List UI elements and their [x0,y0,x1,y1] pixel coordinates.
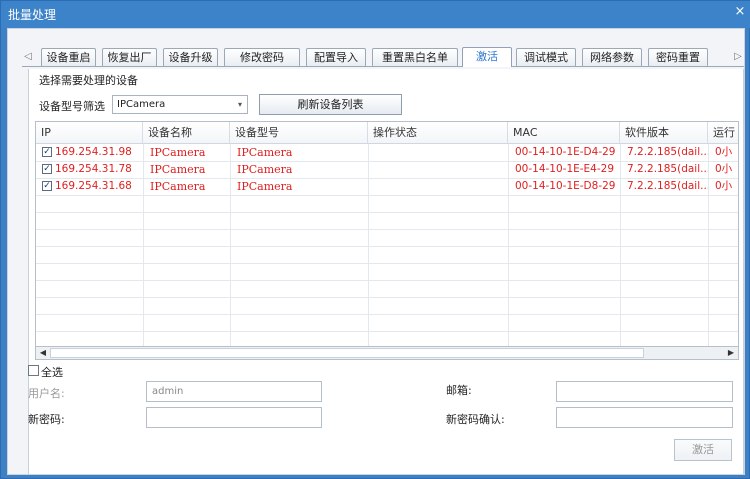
row-device-name: IPCamera [150,146,206,159]
row-status [370,144,508,161]
batch-process-window: 批量处理 × ◁ 设备重启 恢复出厂 设备升级 修改密码 配置导入 重置黑白名单… [0,0,750,479]
tab-scroll-right-icon[interactable]: ▷ [732,49,744,65]
column-header-device-model[interactable]: 设备型号 [230,122,368,144]
activate-button[interactable]: 激活 [674,439,732,461]
row-runtime: 0小 [715,180,733,192]
tab-activate[interactable]: 激活 [462,47,512,67]
row-runtime: 0小 [715,163,733,175]
horizontal-scrollbar[interactable]: ◀ ▶ [35,346,739,360]
close-icon[interactable]: × [733,5,747,19]
scrollbar-thumb[interactable] [50,348,644,358]
row-divider [36,195,738,196]
new-password-label: 新密码: [28,413,65,426]
tab-bar: ◁ 设备重启 恢复出厂 设备升级 修改密码 配置导入 重置黑白名单 激活 调试模… [22,47,744,67]
row-device-name: IPCamera [150,163,206,176]
row-mac: 00-14-10-1E-D8-29 [515,180,616,192]
column-header-status[interactable]: 操作状态 [368,122,508,144]
row-device-model: IPCamera [237,146,293,159]
row-software-version: 7.2.2.185(dail... [627,146,708,158]
email-field[interactable] [556,381,733,402]
window-title: 批量处理 [8,8,57,22]
username-field[interactable]: admin [146,381,322,402]
column-header-software-version[interactable]: 软件版本 [620,122,708,144]
select-all-box[interactable] [28,365,39,376]
device-model-select[interactable]: IPCamera ▾ [112,95,248,114]
tab-device-restart[interactable]: 设备重启 [41,48,96,66]
tab-reset-blacklist[interactable]: 重置黑白名单 [372,48,458,66]
column-header-runtime[interactable]: 运行 [708,122,738,144]
tab-scroll-left-icon[interactable]: ◁ [22,49,34,65]
tab-device-upgrade[interactable]: 设备升级 [163,48,218,66]
row-ip: 169.254.31.98 [55,146,132,158]
row-status [370,161,508,178]
row-mac: 00-14-10-1E-E4-29 [515,163,615,175]
section-title: 选择需要处理的设备 [39,74,138,87]
row-divider [36,280,738,281]
confirm-password-field[interactable] [556,407,733,428]
scroll-right-icon[interactable]: ▶ [724,347,738,359]
tab-debug-mode[interactable]: 调试模式 [516,48,576,66]
column-header-ip[interactable]: IP [36,122,143,144]
tab-config-import[interactable]: 配置导入 [306,48,366,66]
new-password-field[interactable] [146,407,322,428]
tab-password-reset[interactable]: 密码重置 [648,48,708,66]
tab-divider [22,66,744,67]
row-divider [36,297,738,298]
tab-factory-reset[interactable]: 恢复出厂 [102,48,157,66]
row-divider [36,212,738,213]
row-software-version: 7.2.2.185(dail... [627,180,708,192]
row-mac: 00-14-10-1E-D4-29 [515,146,616,158]
device-model-select-value: IPCamera [117,99,166,110]
row-ip: 169.254.31.68 [55,180,132,192]
username-label: 用户名: [28,387,65,400]
row-divider [36,314,738,315]
tab-network-params[interactable]: 网络参数 [582,48,642,66]
refresh-device-list-button[interactable]: 刷新设备列表 [259,94,402,115]
row-divider [36,331,738,332]
column-header-mac[interactable]: MAC [508,122,620,144]
select-all-label: 全选 [41,366,63,379]
row-divider [36,246,738,247]
device-table: IP 设备名称 设备型号 操作状态 MAC 软件版本 运行 ✓ 169.254.… [35,121,739,349]
scroll-left-icon[interactable]: ◀ [36,347,50,359]
row-device-name: IPCamera [150,180,206,193]
chevron-down-icon: ▾ [237,100,242,109]
row-ip: 169.254.31.78 [55,163,132,175]
title-bar: 批量处理 × [1,1,750,28]
column-header-device-name[interactable]: 设备名称 [143,122,230,144]
row-device-model: IPCamera [237,163,293,176]
row-status [370,178,508,195]
row-divider [36,229,738,230]
row-device-model: IPCamera [237,180,293,193]
row-divider [36,263,738,264]
email-label: 邮箱: [446,384,472,397]
tab-change-password[interactable]: 修改密码 [224,48,300,66]
row-runtime: 0小 [715,146,733,158]
row-software-version: 7.2.2.185(dail... [627,163,708,175]
device-model-filter-label: 设备型号筛选 [39,100,105,113]
confirm-password-label: 新密码确认: [446,413,505,426]
